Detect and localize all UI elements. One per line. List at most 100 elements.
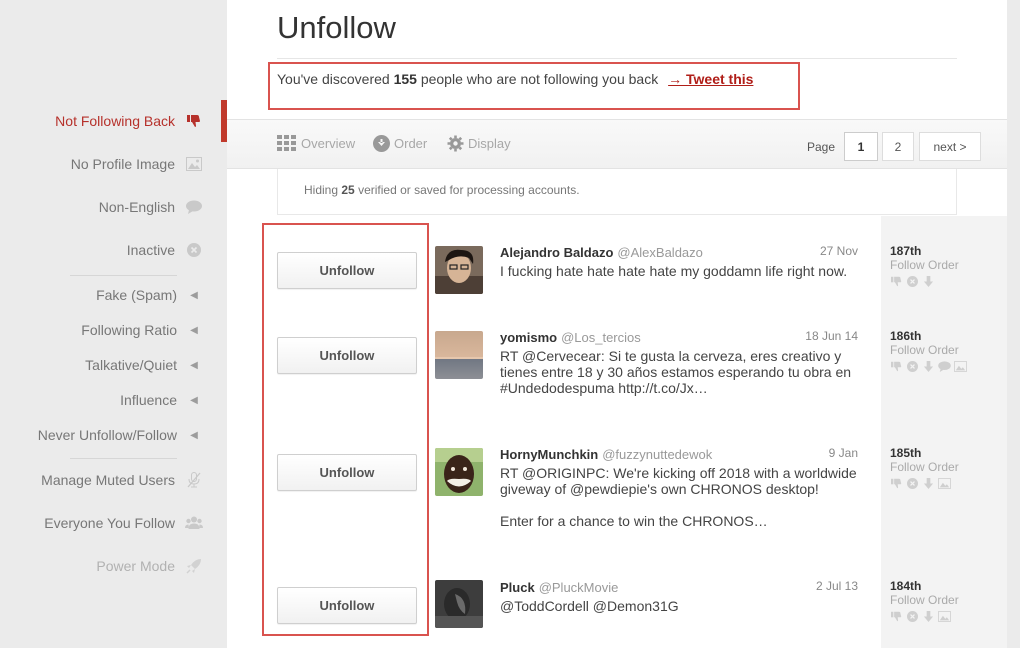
sidebar-item-label: Manage Muted Users <box>41 472 175 488</box>
order-button[interactable]: Order <box>373 135 427 152</box>
sidebar-item-influence[interactable]: Influence ◀ <box>120 389 203 411</box>
tweet-text: RT @Cervecear: Si te gusta la cerveza, e… <box>500 348 852 396</box>
page-2-button[interactable]: 2 <box>882 132 914 161</box>
user-name-link[interactable]: Alejandro Baldazo @AlexBaldazo <box>500 245 703 260</box>
avatar[interactable] <box>435 331 483 379</box>
page-title: Unfollow <box>277 10 396 45</box>
caret-left-icon: ◀ <box>190 359 198 371</box>
highlight-box-unfollow-buttons <box>262 223 429 636</box>
thumbs-down-icon <box>185 112 203 130</box>
sidebar-item-inactive[interactable]: Inactive <box>127 239 203 261</box>
follow-order-label: Follow Order <box>890 460 959 474</box>
title-divider <box>277 58 957 59</box>
sidebar-item-following-ratio[interactable]: Following Ratio ◀ <box>81 319 203 341</box>
thumbs-down-icon[interactable] <box>890 361 903 372</box>
display-label: Display <box>468 136 511 151</box>
sidebar: Not Following Back No Profile Image Non-… <box>0 0 227 648</box>
user-name: Pluck <box>500 580 535 595</box>
user-handle: @fuzzynuttedewok <box>602 447 713 462</box>
user-name-link[interactable]: HornyMunchkin @fuzzynuttedewok <box>500 447 712 462</box>
next-page-button[interactable]: next > <box>919 132 981 161</box>
sidebar-item-talkative-quiet[interactable]: Talkative/Quiet ◀ <box>85 354 203 376</box>
user-name-link[interactable]: yomismo @Los_tercios <box>500 330 641 345</box>
row-actions <box>890 361 967 372</box>
highlight-box-summary <box>268 62 800 110</box>
notice-count: 25 <box>341 183 355 197</box>
sidebar-divider <box>70 458 177 459</box>
overview-button[interactable]: Overview <box>277 135 355 151</box>
image-icon[interactable] <box>954 361 967 372</box>
sidebar-item-no-profile-image[interactable]: No Profile Image <box>71 153 203 175</box>
clock-icon[interactable] <box>906 478 919 489</box>
clock-icon[interactable] <box>906 611 919 622</box>
sidebar-item-label: Inactive <box>126 242 175 258</box>
thumbs-down-icon[interactable] <box>890 276 903 287</box>
overview-label: Overview <box>301 135 356 151</box>
follow-order-rank: 185th <box>890 446 922 460</box>
notice-prefix: Hiding <box>304 183 339 197</box>
page-label: Page <box>807 140 836 154</box>
sidebar-item-never-unfollow-follow[interactable]: Never Unfollow/Follow ◀ <box>38 424 203 446</box>
follow-order-label: Follow Order <box>890 593 959 607</box>
sort-down-icon <box>373 135 390 152</box>
display-button[interactable]: Display <box>447 135 511 152</box>
arrow-down-icon[interactable] <box>922 611 935 622</box>
sidebar-item-label: Power Mode <box>96 558 175 574</box>
image-icon <box>185 155 203 173</box>
user-handle: @Los_tercios <box>561 330 641 345</box>
toolbar: Overview Order Display Page 1 2 next > <box>227 119 1007 169</box>
grid-icon <box>277 135 296 151</box>
caret-left-icon: ◀ <box>190 429 198 441</box>
arrow-down-icon[interactable] <box>922 361 935 372</box>
avatar[interactable] <box>435 448 483 496</box>
sidebar-item-label: Everyone You Follow <box>44 515 175 531</box>
follow-order-rank: 187th <box>890 244 922 258</box>
tweet-text: I fucking hate hate hate hate my goddamn… <box>500 263 848 279</box>
thumbs-down-icon[interactable] <box>890 611 903 622</box>
arrow-down-icon[interactable] <box>922 276 935 287</box>
user-name: yomismo <box>500 330 558 345</box>
image-icon[interactable] <box>938 478 951 489</box>
tweet-date: 27 Nov <box>819 244 858 258</box>
sidebar-item-label: Influence <box>120 392 177 408</box>
speech-bubble-icon[interactable] <box>938 361 951 372</box>
image-icon[interactable] <box>938 611 951 622</box>
hidden-accounts-notice: Hiding 25 verified or saved for processi… <box>277 169 957 215</box>
tweet-date: 9 Jan <box>828 446 858 460</box>
sidebar-divider <box>70 275 177 276</box>
user-handle: @PluckMovie <box>538 580 619 595</box>
avatar[interactable] <box>435 246 483 294</box>
user-name-link[interactable]: Pluck @PluckMovie <box>500 580 618 595</box>
clock-icon[interactable] <box>906 276 919 287</box>
thumbs-down-icon[interactable] <box>890 478 903 489</box>
row-actions <box>890 276 935 287</box>
sidebar-item-label: Non-English <box>98 199 175 215</box>
group-icon <box>185 514 203 532</box>
sidebar-item-label: No Profile Image <box>70 156 175 172</box>
sidebar-item-label: Following Ratio <box>81 322 177 338</box>
rocket-icon <box>185 557 203 575</box>
sidebar-item-everyone-you-follow[interactable]: Everyone You Follow <box>44 512 203 534</box>
sidebar-item-manage-muted-users[interactable]: Manage Muted Users <box>41 469 203 491</box>
follow-order-label: Follow Order <box>890 343 959 357</box>
order-label: Order <box>394 136 428 151</box>
caret-left-icon: ◀ <box>190 394 198 406</box>
row-actions <box>890 478 951 489</box>
arrow-down-icon[interactable] <box>922 478 935 489</box>
sidebar-item-power-mode[interactable]: Power Mode <box>96 555 203 577</box>
sidebar-item-not-following-back[interactable]: Not Following Back <box>55 110 203 132</box>
avatar[interactable] <box>435 580 483 628</box>
caret-left-icon: ◀ <box>190 324 198 336</box>
tweet-date: 2 Jul 13 <box>815 579 858 593</box>
user-name: Alejandro Baldazo <box>500 245 614 260</box>
row-actions <box>890 611 951 622</box>
sidebar-item-fake-spam[interactable]: Fake (Spam) ◀ <box>96 284 203 306</box>
notice-suffix: verified or saved for processing account… <box>358 183 580 197</box>
tweet-date: 18 Jun 14 <box>805 329 858 343</box>
sidebar-item-non-english[interactable]: Non-English <box>99 196 203 218</box>
clock-icon <box>185 241 203 259</box>
tweet-text: RT @ORIGINPC: We're kicking off 2018 wit… <box>500 465 857 529</box>
muted-mic-icon <box>185 471 203 489</box>
page-1-button[interactable]: 1 <box>844 132 878 161</box>
clock-icon[interactable] <box>906 361 919 372</box>
